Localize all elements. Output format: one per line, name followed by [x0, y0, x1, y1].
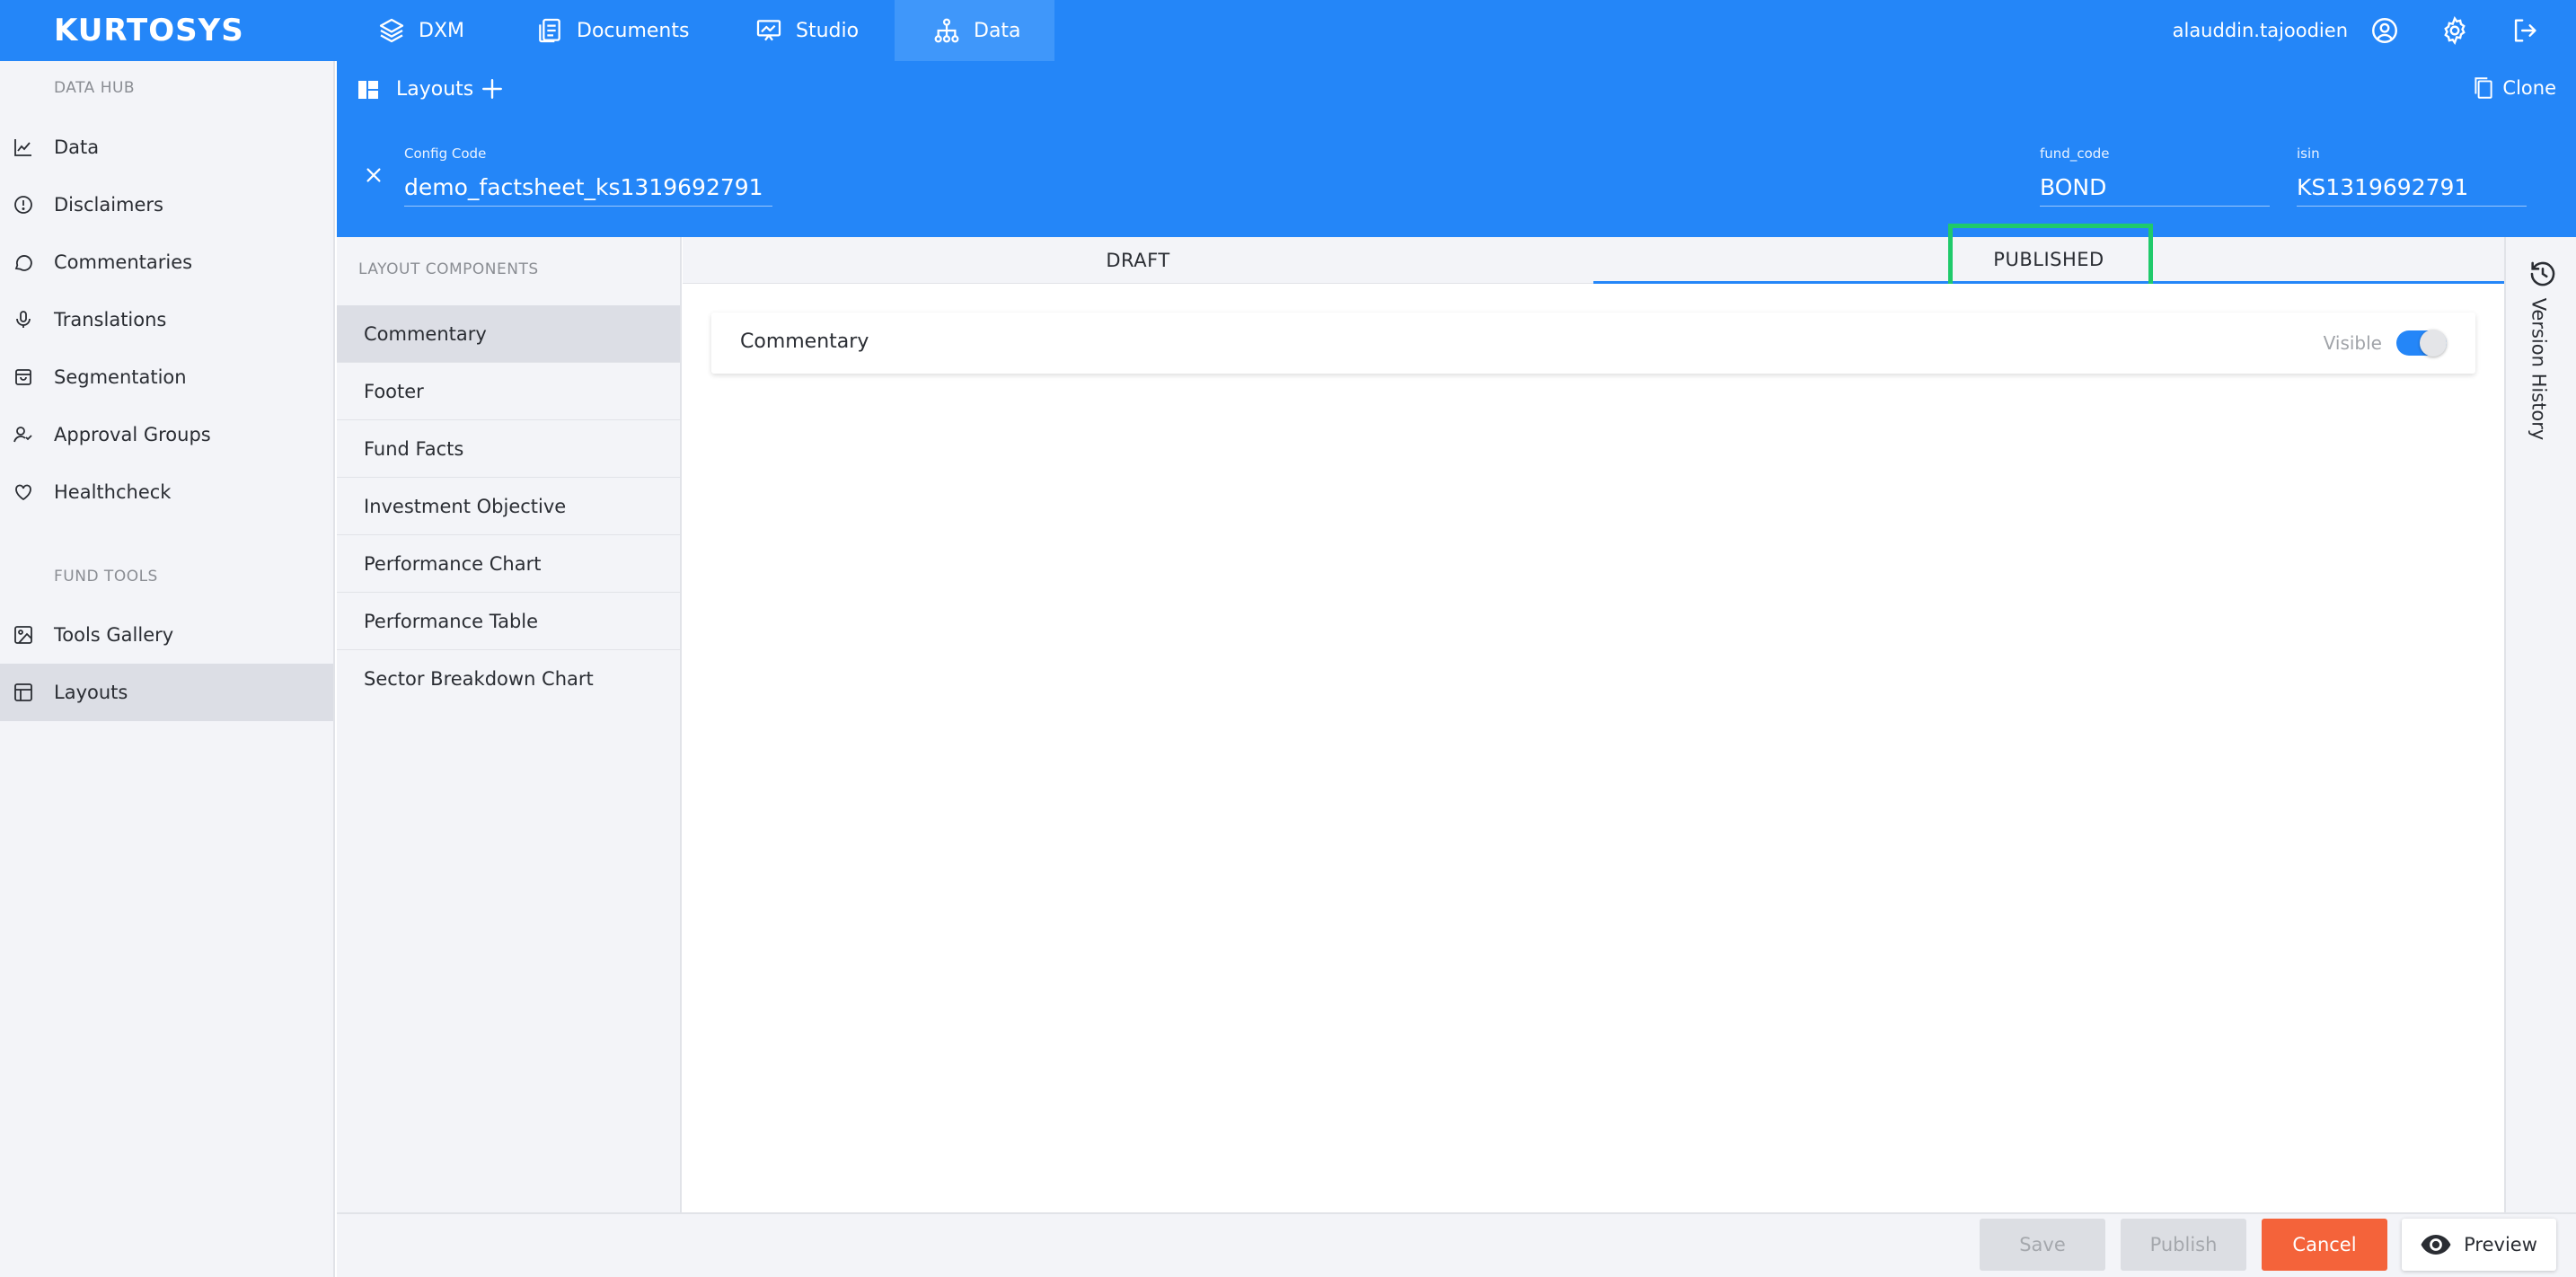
nav-data[interactable]: Data [895, 0, 1054, 61]
left-sidebar: DATA HUB Data Disclaimers Commentaries T… [0, 61, 335, 1277]
logout-icon[interactable] [2510, 15, 2540, 46]
sidebar-item-approval-groups[interactable]: Approval Groups [0, 406, 333, 463]
layers-icon [377, 16, 406, 45]
config-bar: Config Code demo_factsheet_ks1319692791 … [337, 119, 2576, 237]
sidebar-item-label: Layouts [54, 682, 128, 703]
clone-label: Clone [2502, 77, 2556, 99]
close-icon[interactable] [364, 165, 384, 185]
visible-label: Visible [2323, 332, 2382, 354]
nav-documents-label: Documents [577, 19, 690, 42]
sidebar-item-label: Segmentation [54, 366, 187, 388]
user-area: alauddin.tajoodien [2173, 0, 2540, 61]
component-commentary[interactable]: Commentary [337, 305, 680, 363]
add-layout-button[interactable] [481, 77, 504, 101]
top-navbar: KURTOSYS DXM Documents Studio Data alaud… [0, 0, 2576, 61]
sidebar-header-fund-tools: FUND TOOLS [54, 568, 158, 586]
copy-icon [2472, 75, 2495, 101]
toggle-knob [2420, 330, 2447, 357]
fund-code-label: fund_code [2040, 145, 2110, 162]
save-button[interactable]: Save [1980, 1219, 2105, 1271]
layout-icon [13, 682, 34, 703]
layout-content-area [683, 284, 2504, 1212]
isin-label: isin [2297, 145, 2320, 162]
sidebar-item-label: Healthcheck [54, 481, 172, 503]
line-chart-icon [13, 137, 34, 158]
sidebar-item-label: Translations [54, 309, 167, 330]
preview-button[interactable]: Preview [2402, 1219, 2556, 1271]
sidebar-item-layouts[interactable]: Layouts [0, 664, 333, 721]
layout-components-panel: LAYOUT COMPONENTS Commentary Footer Fund… [337, 237, 682, 1212]
component-investment-objective[interactable]: Investment Objective [337, 478, 680, 535]
draft-published-tabs: DRAFT PUBLISHED [683, 237, 2504, 284]
gear-icon[interactable] [2439, 15, 2470, 46]
subheader-title: Layouts [396, 78, 474, 101]
tab-draft[interactable]: DRAFT [683, 237, 1593, 284]
username[interactable]: alauddin.tajoodien [2173, 20, 2348, 41]
user-circle-icon[interactable] [2369, 15, 2400, 46]
sidebar-item-segmentation[interactable]: Segmentation [0, 348, 333, 406]
eye-icon [2421, 1235, 2451, 1255]
component-performance-chart[interactable]: Performance Chart [337, 535, 680, 593]
cancel-button[interactable]: Cancel [2262, 1219, 2387, 1271]
component-performance-table[interactable]: Performance Table [337, 593, 680, 650]
sidebar-item-label: Tools Gallery [54, 624, 174, 646]
nav-documents[interactable]: Documents [517, 0, 707, 61]
alert-circle-icon [13, 194, 34, 216]
documents-icon [535, 16, 564, 45]
dashboard-icon [358, 81, 378, 99]
clone-button[interactable]: Clone [2472, 75, 2556, 101]
nav-studio[interactable]: Studio [737, 0, 877, 61]
image-icon [13, 624, 34, 646]
nav-dxm-label: DXM [419, 19, 464, 42]
isin-field[interactable]: KS1319692791 [2297, 174, 2527, 207]
nav-data-label: Data [974, 19, 1021, 42]
component-sector-breakdown-chart[interactable]: Sector Breakdown Chart [337, 650, 680, 708]
presentation-icon [754, 16, 783, 45]
hierarchy-icon [932, 16, 961, 45]
history-icon[interactable] [2527, 259, 2558, 289]
component-footer[interactable]: Footer [337, 363, 680, 420]
sidebar-header-data-hub: DATA HUB [54, 79, 136, 97]
sidebar-item-disclaimers[interactable]: Disclaimers [0, 176, 333, 233]
microphone-icon [13, 309, 34, 330]
layout-components-title: LAYOUT COMPONENTS [358, 260, 539, 278]
shopping-bag-icon [13, 366, 34, 388]
visible-toggle[interactable] [2396, 330, 2447, 357]
sidebar-item-label: Commentaries [54, 251, 193, 273]
sidebar-item-data[interactable]: Data [0, 119, 333, 176]
version-history-label[interactable]: Version History [2511, 298, 2565, 441]
heart-icon [13, 481, 34, 503]
sidebar-item-translations[interactable]: Translations [0, 291, 333, 348]
fund-code-field[interactable]: BOND [2040, 174, 2270, 207]
sidebar-item-label: Approval Groups [54, 424, 211, 445]
kurtosys-logo[interactable]: KURTOSYS [54, 13, 244, 48]
card-title: Commentary [740, 330, 869, 353]
preview-label: Preview [2464, 1234, 2537, 1255]
sidebar-item-commentaries[interactable]: Commentaries [0, 233, 333, 291]
sidebar-item-tools-gallery[interactable]: Tools Gallery [0, 606, 333, 664]
chat-bubble-icon [13, 251, 34, 273]
nav-dxm[interactable]: DXM [359, 0, 482, 61]
sidebar-item-healthcheck[interactable]: Healthcheck [0, 463, 333, 521]
config-code-field[interactable]: demo_factsheet_ks1319692791 [404, 174, 772, 207]
nav-studio-label: Studio [796, 19, 860, 42]
user-check-icon [13, 424, 34, 445]
config-code-label: Config Code [404, 145, 487, 162]
layouts-subheader: Layouts Clone [337, 61, 2576, 119]
component-card-commentary[interactable]: Commentary Visible [711, 313, 2475, 374]
sidebar-item-label: Disclaimers [54, 194, 163, 216]
version-history-text: Version History [2527, 297, 2550, 441]
publish-button[interactable]: Publish [2121, 1219, 2246, 1271]
sidebar-item-label: Data [54, 137, 100, 158]
component-fund-facts[interactable]: Fund Facts [337, 420, 680, 478]
